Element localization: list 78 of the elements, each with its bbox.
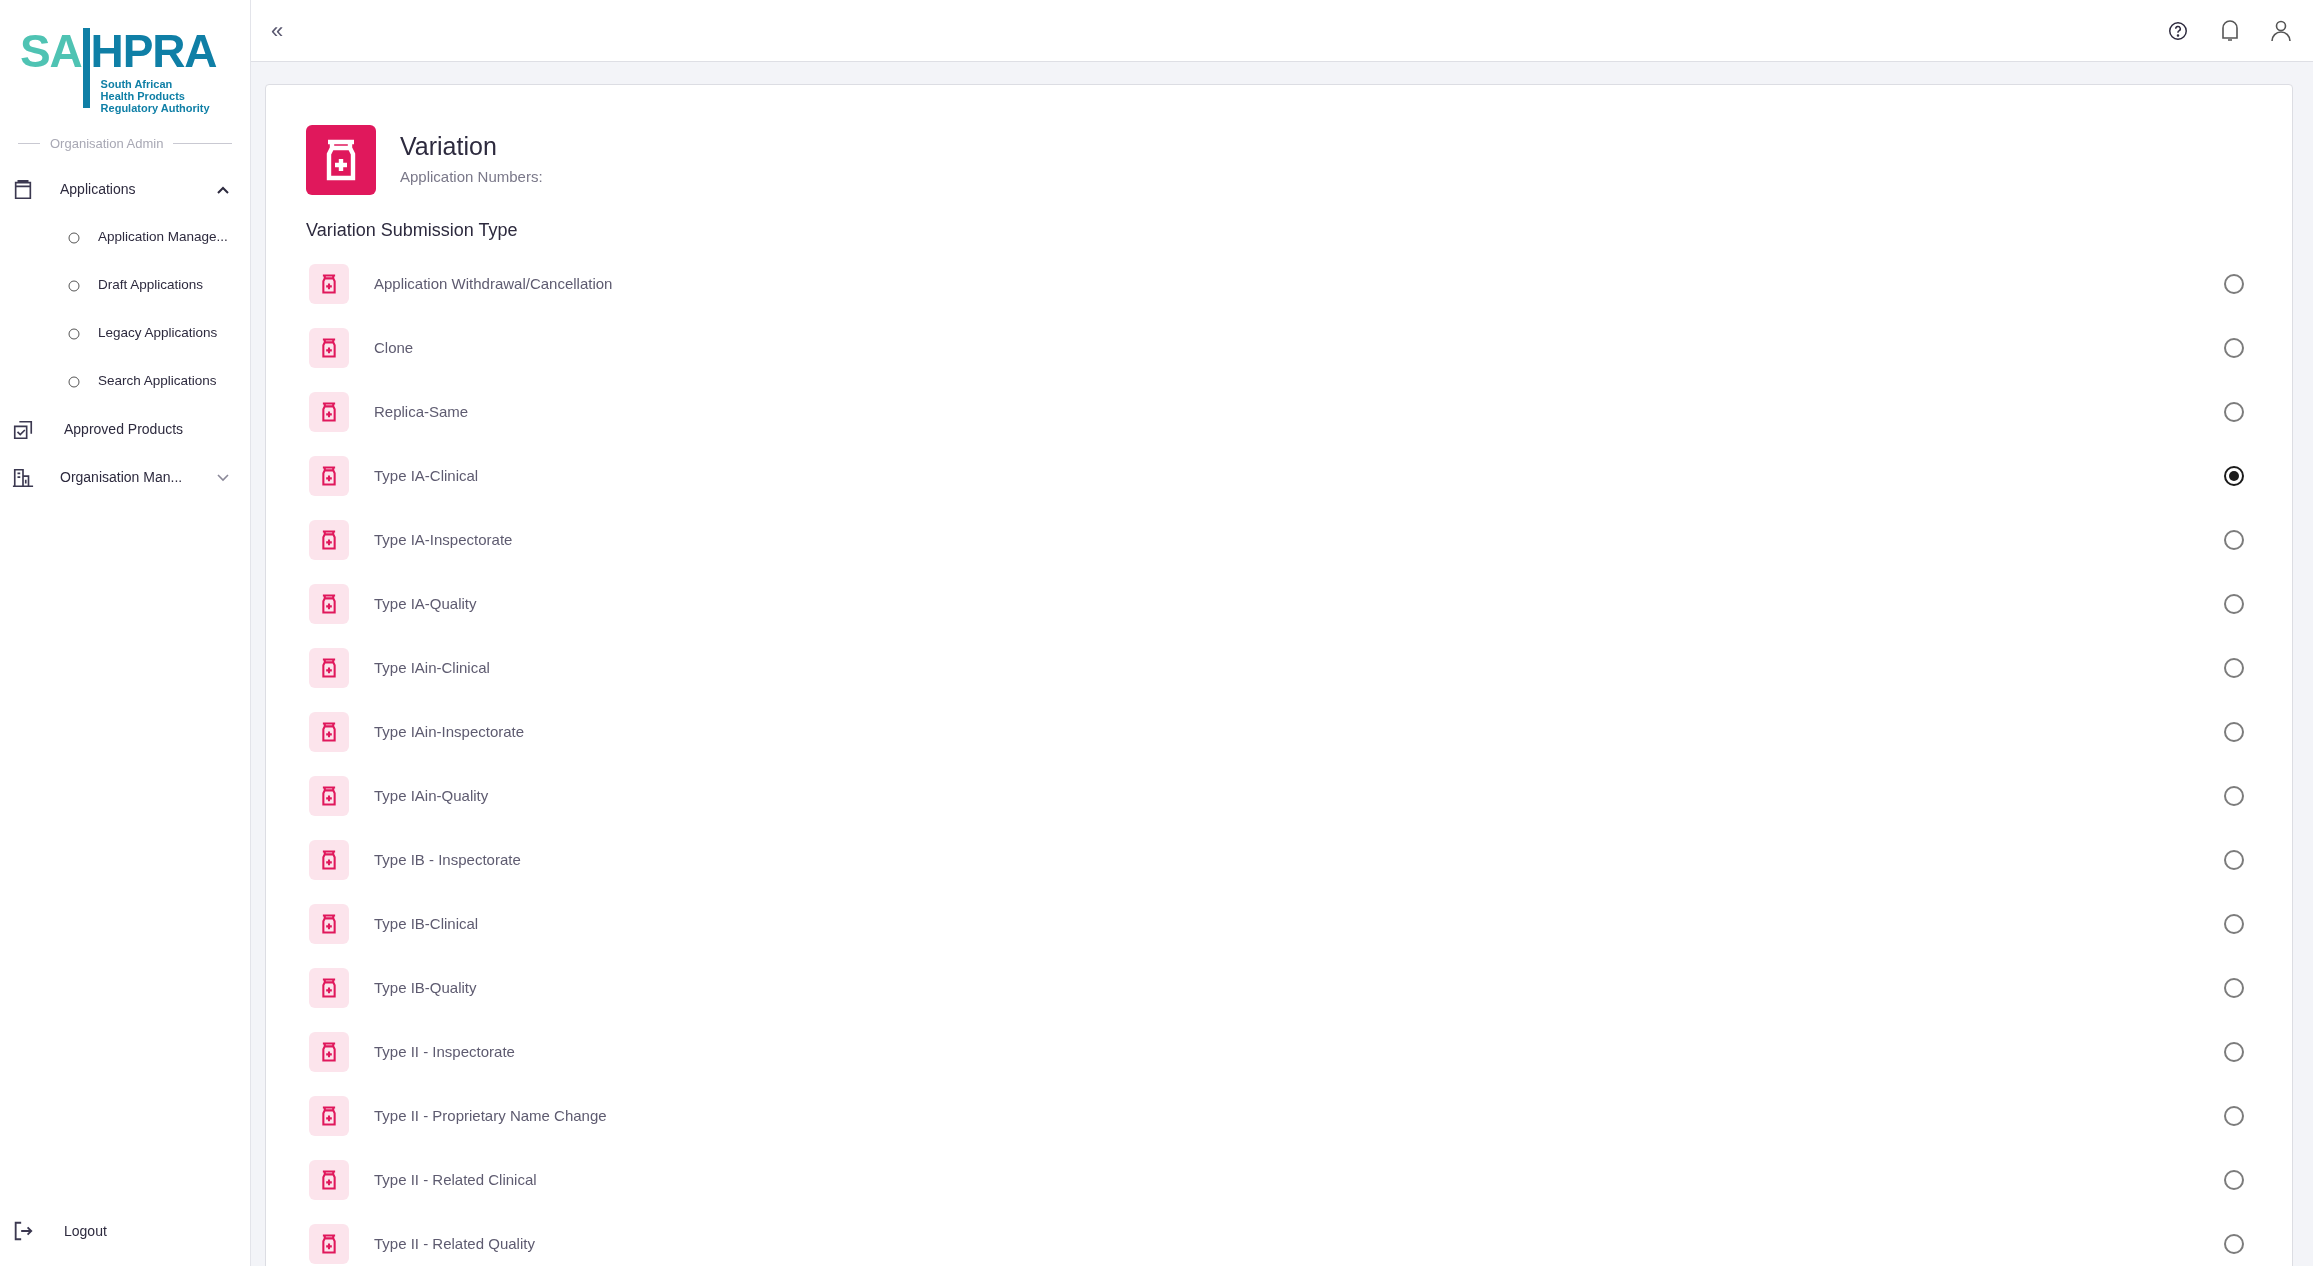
section-label: Organisation Admin bbox=[50, 135, 164, 153]
medicine-jar-icon bbox=[321, 1042, 337, 1062]
radio-button[interactable] bbox=[2224, 658, 2244, 678]
radio-button[interactable] bbox=[2224, 274, 2244, 294]
logo-subtitle: Health Products bbox=[100, 90, 186, 102]
medicine-jar-icon bbox=[324, 139, 358, 181]
medicine-jar-icon bbox=[321, 978, 337, 998]
option-label: Type IA-Inspectorate bbox=[374, 529, 514, 550]
logo-text: SA bbox=[20, 28, 82, 74]
medicine-jar-icon bbox=[321, 1106, 337, 1126]
circle-icon bbox=[68, 327, 80, 340]
option-label: Type IA-Clinical bbox=[374, 465, 480, 486]
logo-subtitle: Regulatory Authority bbox=[100, 102, 211, 114]
radio-button[interactable] bbox=[2224, 338, 2244, 358]
option-label: Type II - Proprietary Name Change bbox=[374, 1105, 608, 1126]
medicine-jar-icon bbox=[321, 530, 337, 550]
radio-button[interactable] bbox=[2224, 914, 2244, 934]
option-label: Type IAin-Inspectorate bbox=[374, 721, 526, 742]
medicine-jar-icon bbox=[321, 274, 337, 294]
radio-button[interactable] bbox=[2224, 786, 2244, 806]
medicine-jar-icon bbox=[321, 402, 337, 422]
radio-button[interactable] bbox=[2224, 402, 2244, 422]
option-label: Type IB-Quality bbox=[374, 977, 478, 998]
medicine-jar-icon bbox=[321, 1170, 337, 1190]
help-icon[interactable] bbox=[2167, 19, 2189, 42]
radio-button[interactable] bbox=[2224, 978, 2244, 998]
option-label: Application Withdrawal/Cancellation bbox=[374, 273, 614, 294]
radio-button[interactable] bbox=[2224, 1106, 2244, 1126]
medicine-jar-icon bbox=[321, 786, 337, 806]
logout-icon bbox=[12, 1220, 34, 1242]
medicine-jar-icon bbox=[321, 850, 337, 870]
medicine-jar-icon bbox=[321, 594, 337, 614]
nav-subitem[interactable]: Draft Applications bbox=[0, 261, 250, 310]
logo-subtitle: South African bbox=[100, 78, 174, 90]
medicine-jar-icon bbox=[321, 338, 337, 358]
nav-item[interactable]: Approved Products bbox=[0, 405, 250, 454]
circle-icon bbox=[68, 231, 80, 244]
medicine-jar-icon bbox=[321, 658, 337, 678]
page-subtitle: Application Numbers: bbox=[400, 166, 543, 187]
option-label: Type IA-Quality bbox=[374, 593, 478, 614]
option-label: Replica-Same bbox=[374, 401, 470, 422]
medicine-jar-icon bbox=[321, 722, 337, 742]
folder-icon bbox=[12, 178, 34, 201]
collapse-button[interactable]: « bbox=[271, 19, 284, 42]
option-label: Type IB-Clinical bbox=[374, 913, 480, 934]
radio-button[interactable] bbox=[2224, 466, 2244, 486]
option-label: Clone bbox=[374, 337, 415, 358]
nav-item[interactable]: Applications bbox=[0, 165, 250, 214]
option-label: Type II - Inspectorate bbox=[374, 1041, 516, 1062]
nav-subitem[interactable]: Application Manage... bbox=[0, 213, 250, 262]
option-label: Type II - Related Quality bbox=[374, 1233, 536, 1254]
building-icon bbox=[12, 466, 34, 489]
page-title: Variation bbox=[400, 131, 498, 160]
bell-icon[interactable] bbox=[2219, 18, 2241, 43]
option-label: Type IAin-Quality bbox=[374, 785, 490, 806]
medicine-jar-icon bbox=[321, 914, 337, 934]
logout-link[interactable]: Logout bbox=[0, 1216, 250, 1246]
radio-button[interactable] bbox=[2224, 850, 2244, 870]
option-label: Type IB - Inspectorate bbox=[374, 849, 522, 870]
section-title: Variation Submission Type bbox=[306, 219, 519, 242]
logo-text: HPRA bbox=[90, 28, 217, 74]
option-label: Type IAin-Clinical bbox=[374, 657, 491, 678]
circle-icon bbox=[68, 375, 80, 388]
user-icon[interactable] bbox=[2271, 19, 2291, 42]
stacked-squares-icon bbox=[12, 418, 34, 441]
medicine-jar-icon bbox=[321, 1234, 337, 1254]
nav-item[interactable]: Organisation Man... bbox=[0, 453, 250, 502]
radio-button[interactable] bbox=[2224, 1234, 2244, 1254]
medicine-jar-icon bbox=[321, 466, 337, 486]
radio-button[interactable] bbox=[2224, 594, 2244, 614]
nav-subitem[interactable]: Legacy Applications bbox=[0, 309, 250, 358]
nav-subitem[interactable]: Search Applications bbox=[0, 357, 250, 406]
circle-icon bbox=[68, 279, 80, 292]
radio-button[interactable] bbox=[2224, 722, 2244, 742]
radio-button[interactable] bbox=[2224, 530, 2244, 550]
option-label: Type II - Related Clinical bbox=[374, 1169, 538, 1190]
radio-button[interactable] bbox=[2224, 1170, 2244, 1190]
radio-button[interactable] bbox=[2224, 1042, 2244, 1062]
